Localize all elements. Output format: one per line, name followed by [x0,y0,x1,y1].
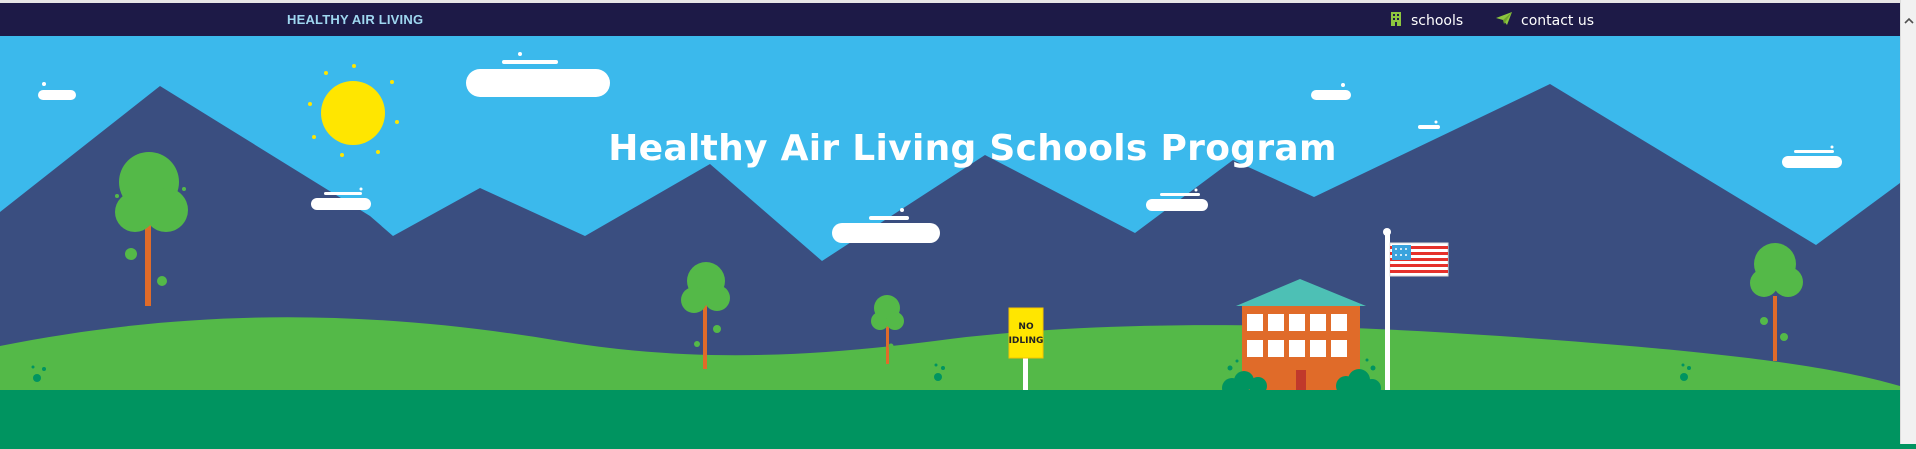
foreground-ground [0,390,1900,444]
hero-title: Healthy Air Living Schools Program [608,128,1337,169]
top-navigation-bar: HEALTHY AIR LIVING schools contact us [0,0,1900,36]
paper-plane-icon [1496,12,1512,29]
chevron-up-icon[interactable] [1903,14,1915,26]
site-brand-link[interactable]: HEALTHY AIR LIVING [287,12,423,27]
nav-schools-label: schools [1411,13,1464,29]
sign-text-line2: IDLING [1009,336,1044,346]
building-icon [1390,12,1402,30]
nav-contact-label: contact us [1521,12,1595,29]
nav-contact-link[interactable]: contact us [1496,12,1594,29]
vertical-scrollbar[interactable] [1900,0,1916,444]
nav-schools-link[interactable]: schools [1390,12,1463,30]
hero-illustration: NO IDLING Healthy Air Living Schools Pro… [0,36,1900,444]
sign-text-line1: NO [1018,322,1034,332]
